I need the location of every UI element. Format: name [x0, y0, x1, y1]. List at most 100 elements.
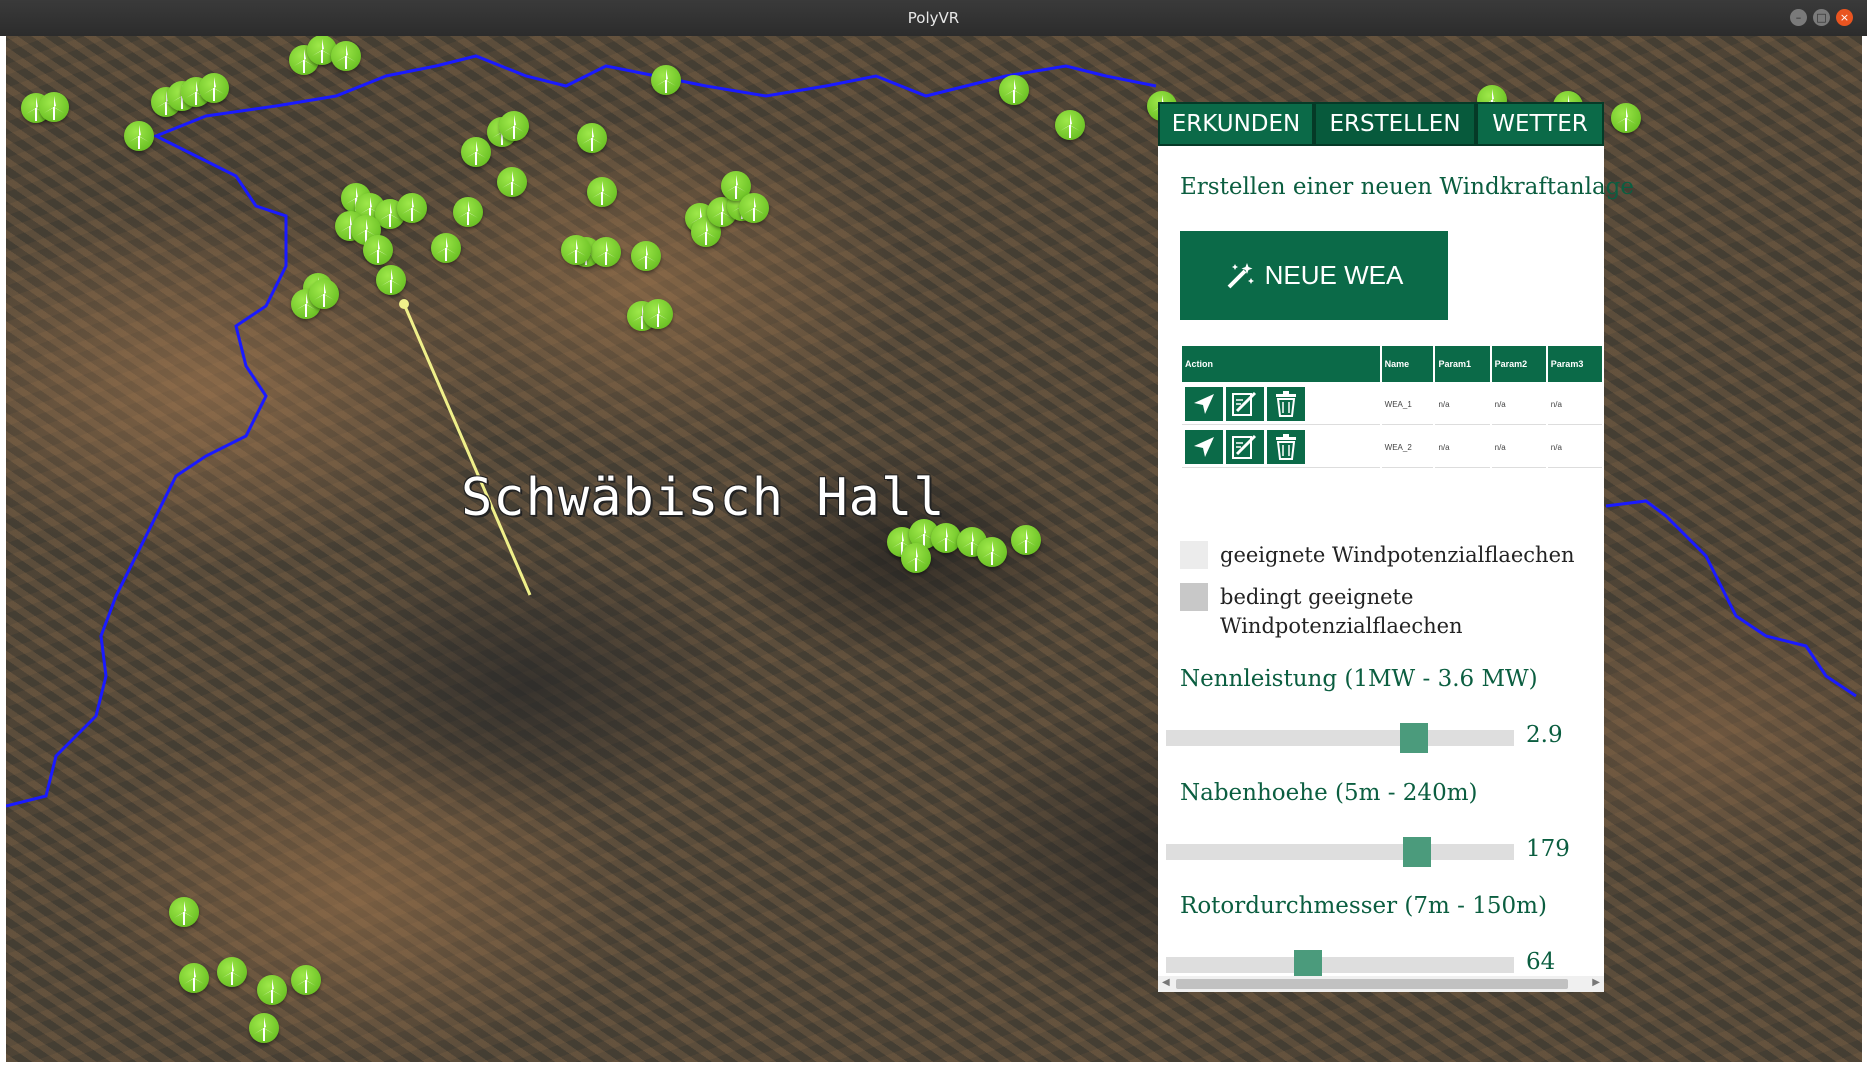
- window-controls: – □ ×: [1790, 9, 1853, 26]
- wind-turbine-icon[interactable]: [179, 963, 209, 993]
- tab-erstellen[interactable]: ERSTELLEN: [1314, 102, 1476, 146]
- wea-table: Action Name Param1 Param2 Param3 WEA_1 n…: [1180, 344, 1604, 470]
- wind-turbine-icon[interactable]: [453, 197, 483, 227]
- new-wea-button[interactable]: NEUE WEA: [1180, 231, 1448, 320]
- legend-label: geeignete Windpotenzialflaechen: [1220, 543, 1575, 567]
- column-header-name: Name: [1381, 346, 1434, 382]
- delete-button[interactable]: [1267, 430, 1305, 464]
- wind-turbine-icon[interactable]: [497, 167, 527, 197]
- wind-turbine-icon[interactable]: [461, 137, 491, 167]
- wind-turbine-icon[interactable]: [901, 543, 931, 573]
- table-header-row: Action Name Param1 Param2 Param3: [1182, 346, 1602, 382]
- wind-turbine-icon[interactable]: [363, 235, 393, 265]
- wind-turbine-icon[interactable]: [397, 193, 427, 223]
- new-wea-label: NEUE WEA: [1264, 260, 1404, 290]
- slider-label-nennleistung: Nennleistung (1MW - 3.6 MW): [1180, 666, 1538, 692]
- wind-turbine-icon[interactable]: [643, 299, 673, 329]
- wind-turbine-icon[interactable]: [1011, 525, 1041, 555]
- slider-value-rotordurchmesser: 64: [1526, 949, 1556, 975]
- wind-turbine-icon[interactable]: [331, 41, 361, 71]
- wind-turbine-icon[interactable]: [1611, 103, 1641, 133]
- slider-thumb[interactable]: [1403, 837, 1431, 867]
- column-header-param3: Param3: [1547, 346, 1602, 382]
- wind-turbine-icon[interactable]: [631, 241, 661, 271]
- city-pointer-dot: [399, 299, 409, 309]
- slider-nabenhoehe[interactable]: [1166, 837, 1514, 867]
- edit-button[interactable]: [1226, 387, 1264, 421]
- table-row: WEA_2 n/a n/a n/a: [1182, 427, 1602, 468]
- param3-cell: n/a: [1547, 427, 1602, 468]
- param1-cell: n/a: [1435, 427, 1490, 468]
- navigate-icon: [1194, 437, 1214, 457]
- param2-cell: n/a: [1491, 384, 1546, 425]
- wind-turbine-icon[interactable]: [591, 237, 621, 267]
- scrollbar-thumb[interactable]: [1176, 979, 1568, 989]
- param1-cell: n/a: [1435, 384, 1490, 425]
- wind-turbine-icon[interactable]: [999, 75, 1029, 105]
- legend-label: bedingt geeignete Windpotenzialflaechen: [1220, 585, 1463, 638]
- delete-button[interactable]: [1267, 387, 1305, 421]
- wind-turbine-icon[interactable]: [431, 233, 461, 263]
- control-panel: ERKUNDEN ERSTELLEN WETTER Erstellen eine…: [1158, 102, 1634, 992]
- city-pointer-line: [402, 303, 532, 596]
- wind-turbine-icon[interactable]: [257, 975, 287, 1005]
- minimize-button[interactable]: –: [1790, 9, 1807, 26]
- table-row: WEA_1 n/a n/a n/a: [1182, 384, 1602, 425]
- wind-turbine-icon[interactable]: [1055, 110, 1085, 140]
- wind-turbine-icon[interactable]: [291, 965, 321, 995]
- wind-turbine-icon[interactable]: [169, 897, 199, 927]
- tab-wetter[interactable]: WETTER: [1476, 102, 1604, 146]
- legend-swatch: [1180, 541, 1208, 569]
- wind-turbine-icon[interactable]: [376, 265, 406, 295]
- slider-value-nabenhoehe: 179: [1526, 836, 1570, 862]
- param3-cell: n/a: [1547, 384, 1602, 425]
- slider-label-nabenhoehe: Nabenhoehe (5m - 240m): [1180, 780, 1478, 806]
- trash-icon: [1276, 434, 1296, 460]
- horizontal-scrollbar[interactable]: ◀ ▶: [1158, 976, 1604, 992]
- wind-turbine-icon[interactable]: [309, 279, 339, 309]
- column-header-param1: Param1: [1435, 346, 1490, 382]
- name-cell: WEA_2: [1381, 427, 1434, 468]
- legend-item: bedingt geeignete Windpotenzialflaechen: [1180, 583, 1480, 641]
- slider-label-rotordurchmesser: Rotordurchmesser (7m - 150m): [1180, 893, 1547, 919]
- maximize-button[interactable]: □: [1813, 9, 1830, 26]
- column-header-param2: Param2: [1491, 346, 1546, 382]
- tab-erkunden[interactable]: ERKUNDEN: [1158, 102, 1314, 146]
- wind-turbine-icon[interactable]: [561, 235, 591, 265]
- wind-turbine-icon[interactable]: [124, 121, 154, 151]
- edit-button[interactable]: [1226, 430, 1264, 464]
- slider-nennleistung[interactable]: [1166, 723, 1514, 753]
- param2-cell: n/a: [1491, 427, 1546, 468]
- wind-turbine-icon[interactable]: [651, 65, 681, 95]
- wind-turbine-icon[interactable]: [217, 957, 247, 987]
- wind-turbine-icon[interactable]: [587, 177, 617, 207]
- action-cell: [1182, 384, 1380, 425]
- scroll-right-icon[interactable]: ▶: [1592, 977, 1600, 988]
- wind-turbine-icon[interactable]: [249, 1013, 279, 1043]
- wind-turbine-icon[interactable]: [739, 193, 769, 223]
- navigate-button[interactable]: [1185, 430, 1223, 464]
- slider-rotordurchmesser[interactable]: [1166, 950, 1514, 980]
- edit-icon: [1232, 391, 1257, 416]
- slider-value-nennleistung: 2.9: [1526, 722, 1563, 748]
- scroll-left-icon[interactable]: ◀: [1162, 977, 1170, 988]
- wea-table-container: Action Name Param1 Param2 Param3 WEA_1 n…: [1180, 344, 1604, 470]
- region-border-right: [1605, 499, 1857, 698]
- window-titlebar: PolyVR – □ ×: [0, 0, 1867, 36]
- window-title: PolyVR: [907, 9, 960, 27]
- tab-bar: ERKUNDEN ERSTELLEN WETTER: [1158, 102, 1604, 146]
- wind-turbine-icon[interactable]: [577, 123, 607, 153]
- edit-icon: [1232, 434, 1257, 459]
- wind-turbine-icon[interactable]: [39, 92, 69, 122]
- magic-wand-icon: [1227, 262, 1254, 288]
- name-cell: WEA_1: [1381, 384, 1434, 425]
- wind-turbine-icon[interactable]: [499, 111, 529, 141]
- legend-swatch: [1180, 583, 1208, 611]
- close-button[interactable]: ×: [1836, 9, 1853, 26]
- wind-turbine-icon[interactable]: [977, 537, 1007, 567]
- slider-thumb[interactable]: [1400, 723, 1428, 753]
- wind-turbine-icon[interactable]: [199, 73, 229, 103]
- column-header-action: Action: [1182, 346, 1380, 382]
- legend-item: geeignete Windpotenzialflaechen: [1180, 541, 1575, 570]
- navigate-button[interactable]: [1185, 387, 1223, 421]
